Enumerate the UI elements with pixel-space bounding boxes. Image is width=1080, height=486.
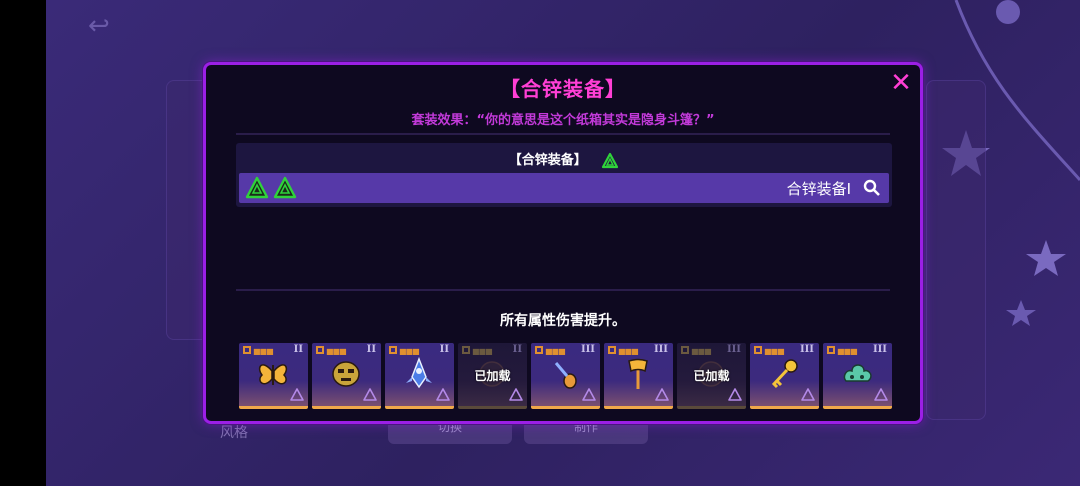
grade-icon bbox=[535, 346, 543, 354]
equipment-slot[interactable]: ■■■ II bbox=[239, 343, 308, 409]
set-triangle-icon bbox=[728, 388, 742, 401]
axe-icon bbox=[628, 358, 648, 389]
equipment-slot[interactable]: ■■■ II bbox=[312, 343, 381, 409]
bg-right-panel bbox=[926, 80, 986, 420]
tier-label: III bbox=[726, 344, 741, 355]
key-icon bbox=[771, 359, 798, 389]
tier-label: II bbox=[366, 344, 376, 355]
equipment-slot[interactable]: ■■■ III bbox=[823, 343, 892, 409]
grade-dots-icon: ■■■ bbox=[837, 347, 858, 356]
grade-icon bbox=[754, 346, 762, 354]
item-list: ■■■ II ■■■ II ■■■ II ■■■ II 已加载 ■■■ III ■■■ III ■■■ II… bbox=[239, 343, 892, 409]
tier-label: III bbox=[653, 344, 668, 355]
set-triangle-icon bbox=[436, 388, 450, 401]
dialog-title: 【合锌装备】 bbox=[500, 77, 626, 101]
equipment-slot[interactable]: ■■■ II 已加载 bbox=[458, 343, 527, 409]
set-triangle-icon bbox=[801, 388, 815, 401]
cloud-icon bbox=[843, 364, 872, 382]
tier-label: II bbox=[439, 344, 449, 355]
grade-dots-icon: ■■■ bbox=[618, 347, 639, 356]
grade-dots-icon: ■■■ bbox=[472, 347, 493, 356]
grade-dots-icon: ■■■ bbox=[545, 347, 566, 356]
set-row-name: 合锌装备I bbox=[786, 180, 851, 198]
set-triangle-icon bbox=[582, 388, 596, 401]
equipment-slot[interactable]: ■■■ III 已加载 bbox=[677, 343, 746, 409]
bg-style-label: 风格 bbox=[220, 425, 248, 441]
search-icon[interactable] bbox=[863, 179, 881, 197]
set-triangle-icon bbox=[602, 152, 619, 168]
set-header-label: 【合锌装备】 bbox=[508, 153, 587, 168]
set-equipment-dialog: 【合锌装备】 ✕ 套装效果：“你的意思是这个纸箱其实是隐身斗篷？” 【合锌装备】 bbox=[203, 62, 923, 424]
set-triangle-icon bbox=[273, 176, 297, 199]
set-bonus-text: 所有属性伤害提升。 bbox=[500, 313, 626, 329]
back-arrow-icon[interactable]: ↩ bbox=[88, 12, 120, 40]
grade-dots-icon: ■■■ bbox=[399, 347, 420, 356]
grade-icon bbox=[462, 346, 470, 354]
equipment-slot[interactable]: ■■■ III bbox=[750, 343, 819, 409]
equipment-slot[interactable]: ■■■ III bbox=[531, 343, 600, 409]
tier-label: III bbox=[872, 344, 887, 355]
equipment-slot[interactable]: ■■■ II bbox=[385, 343, 454, 409]
set-triangle-icon bbox=[874, 388, 888, 401]
grade-icon bbox=[608, 346, 616, 354]
grade-icon bbox=[389, 346, 397, 354]
divider bbox=[236, 289, 890, 291]
spoon-icon bbox=[554, 362, 577, 389]
set-triangle-icon bbox=[363, 388, 377, 401]
set-triangle-icon bbox=[655, 388, 669, 401]
grade-dots-icon: ■■■ bbox=[764, 347, 785, 356]
grade-dots-icon: ■■■ bbox=[691, 347, 712, 356]
set-count-icons bbox=[245, 176, 297, 200]
set-triangle-icon bbox=[509, 388, 523, 401]
tier-label: II bbox=[512, 344, 522, 355]
tier-label: III bbox=[580, 344, 595, 355]
grade-icon bbox=[316, 346, 324, 354]
close-icon[interactable]: ✕ bbox=[888, 70, 914, 97]
set-row-selected[interactable]: 合锌装备I bbox=[239, 173, 889, 203]
grade-icon bbox=[827, 346, 835, 354]
divider bbox=[236, 133, 890, 135]
butterfly-icon bbox=[258, 364, 288, 385]
loaded-label: 已加载 bbox=[693, 369, 730, 383]
tier-label: III bbox=[799, 344, 814, 355]
grade-dots-icon: ■■■ bbox=[326, 347, 347, 356]
set-triangle-icon bbox=[290, 388, 304, 401]
tier-label: II bbox=[293, 344, 303, 355]
mask-icon bbox=[332, 361, 360, 387]
set-box: 【合锌装备】 合锌装备I bbox=[236, 143, 892, 207]
spaceship-icon bbox=[406, 357, 432, 389]
grade-icon bbox=[243, 346, 251, 354]
grade-icon bbox=[681, 346, 689, 354]
set-header: 【合锌装备】 bbox=[236, 149, 892, 170]
equipment-slot[interactable]: ■■■ III bbox=[604, 343, 673, 409]
screen-left-bar bbox=[0, 0, 46, 486]
set-triangle-icon bbox=[245, 176, 269, 199]
grade-dots-icon: ■■■ bbox=[253, 347, 274, 356]
set-effect-text: 套装效果：“你的意思是这个纸箱其实是隐身斗篷？” bbox=[411, 113, 715, 128]
loaded-label: 已加载 bbox=[474, 369, 511, 383]
